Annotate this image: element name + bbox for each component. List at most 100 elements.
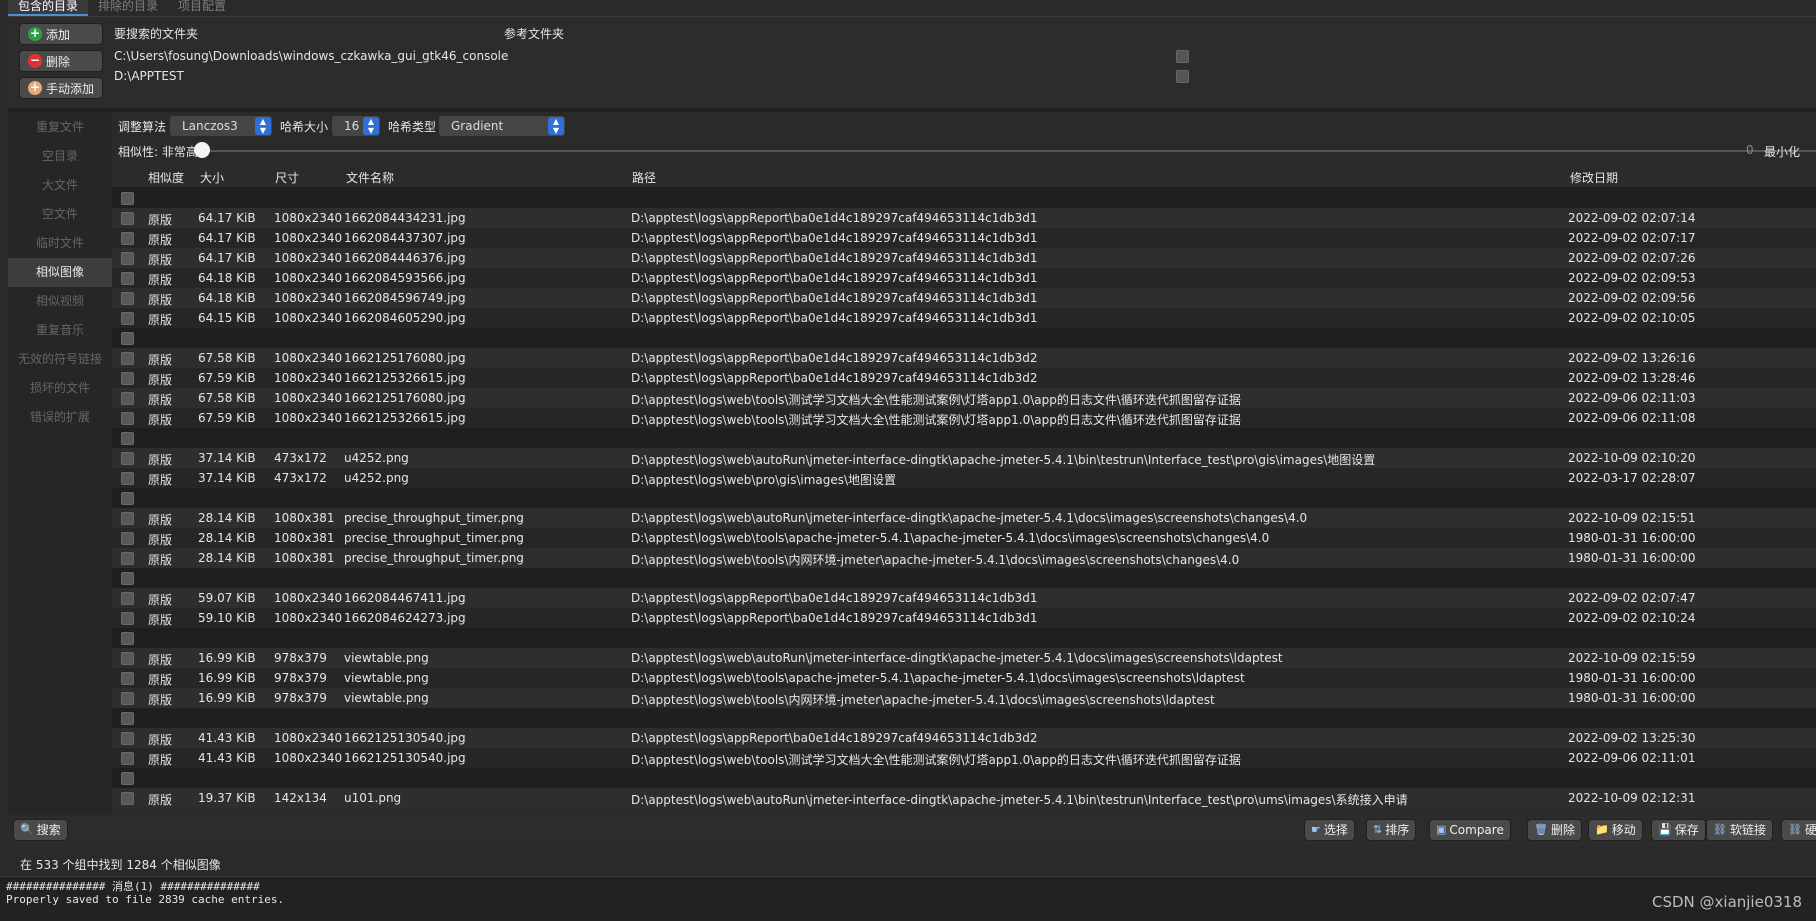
row-checkbox[interactable]	[121, 492, 134, 505]
row-checkbox[interactable]	[121, 232, 134, 245]
table-row[interactable]: 原版 64.18 KiB 1080x2340 1662084593566.jpg D:\…	[112, 268, 1816, 288]
row-checkbox[interactable]	[121, 212, 134, 225]
sidebar-item-empty-files[interactable]: 空文件	[8, 200, 112, 229]
sidebar-item-bad-extensions[interactable]: 错误的扩展	[8, 403, 112, 432]
tab-excluded-dirs[interactable]: 排除的目录	[88, 0, 168, 16]
row-checkbox[interactable]	[121, 752, 134, 765]
table-row[interactable]: 原版 64.17 KiB 1080x2340 1662084437307.jpg D:\…	[112, 228, 1816, 248]
row-checkbox[interactable]	[121, 632, 134, 645]
table-row[interactable]: 原版 64.15 KiB 1080x2340 1662084605290.jpg D:\…	[112, 308, 1816, 328]
row-checkbox[interactable]	[121, 252, 134, 265]
table-row[interactable]: 原版 59.07 KiB 1080x2340 1662084467411.jpg D:\…	[112, 588, 1816, 608]
table-row[interactable]: 原版 41.43 KiB 1080x2340 1662125130540.jpg D:\…	[112, 748, 1816, 768]
column-header-size[interactable]: 大小	[200, 169, 224, 186]
tab-project-config[interactable]: 项目配置	[168, 0, 236, 16]
row-checkbox[interactable]	[121, 552, 134, 565]
table-row[interactable]: 原版 41.43 KiB 1080x2340 1662125130540.jpg D:\…	[112, 728, 1816, 748]
row-checkbox[interactable]	[121, 732, 134, 745]
sidebar-item-invalid-symlinks[interactable]: 无效的符号链接	[8, 345, 112, 374]
table-row[interactable]: 原版 16.99 KiB 978x379 viewtable.png D:\apptes…	[112, 688, 1816, 708]
row-checkbox[interactable]	[121, 272, 134, 285]
manual-add-button[interactable]: + 手动添加	[19, 77, 103, 99]
table-row[interactable]: 原版 37.14 KiB 473x172 u4252.png D:\apptest\lo…	[112, 448, 1816, 468]
search-button[interactable]: 🔍 搜索	[13, 819, 68, 841]
row-checkbox[interactable]	[121, 372, 134, 385]
group-header-row[interactable]	[112, 628, 1816, 648]
group-header-row[interactable]	[112, 428, 1816, 448]
table-row[interactable]: 原版 64.17 KiB 1080x2340 1662084446376.jpg D:\…	[112, 248, 1816, 268]
row-checkbox[interactable]	[121, 612, 134, 625]
table-row[interactable]: 原版 28.14 KiB 1080x381 precise_throughput_ti…	[112, 548, 1816, 568]
row-checkbox[interactable]	[121, 692, 134, 705]
table-row[interactable]: 原版 19.37 KiB 142x134 u101.png D:\apptest\log…	[112, 788, 1816, 808]
row-checkbox[interactable]	[121, 472, 134, 485]
hardlink-button[interactable]: ⛓ 硬	[1781, 819, 1816, 841]
delete-button[interactable]: 🗑 删除	[1527, 819, 1582, 841]
row-checkbox[interactable]	[121, 532, 134, 545]
row-checkbox[interactable]	[121, 572, 134, 585]
remove-button[interactable]: − 删除	[19, 50, 103, 72]
compare-button[interactable]: ▣ Compare	[1429, 819, 1511, 841]
move-button[interactable]: 📁 移动	[1588, 819, 1643, 841]
sidebar-item-duplicate-files[interactable]: 重复文件	[8, 113, 112, 142]
table-row[interactable]: 原版 59.10 KiB 1080x2340 1662084624273.jpg D:\…	[112, 608, 1816, 628]
resize-algorithm-select[interactable]: Lanczos3 ▲ ▼	[169, 115, 273, 137]
folder-row[interactable]: C:\Users\fosung\Downloads\windows_czkawk…	[114, 49, 508, 63]
row-checkbox[interactable]	[121, 712, 134, 725]
reference-checkbox[interactable]	[1176, 70, 1189, 83]
row-checkbox[interactable]	[121, 412, 134, 425]
group-header-row[interactable]	[112, 188, 1816, 208]
add-button[interactable]: + 添加	[19, 23, 103, 45]
column-header-path[interactable]: 路径	[632, 169, 656, 186]
sidebar-item-big-files[interactable]: 大文件	[8, 171, 112, 200]
similarity-slider-handle[interactable]	[194, 142, 210, 158]
row-checkbox[interactable]	[121, 792, 134, 805]
table-row[interactable]: 原版 67.58 KiB 1080x2340 1662125176080.jpg D:\…	[112, 388, 1816, 408]
table-row[interactable]: 原版 67.58 KiB 1080x2340 1662125176080.jpg D:\…	[112, 348, 1816, 368]
similarity-slider-track[interactable]	[202, 150, 1816, 152]
row-checkbox[interactable]	[121, 452, 134, 465]
row-checkbox[interactable]	[121, 392, 134, 405]
select-button[interactable]: ☛ 选择	[1304, 819, 1355, 841]
row-checkbox[interactable]	[121, 292, 134, 305]
sidebar-item-similar-videos[interactable]: 相似视频	[8, 287, 112, 316]
column-header-dimensions[interactable]: 尺寸	[275, 169, 299, 186]
group-header-row[interactable]	[112, 328, 1816, 348]
column-header-modified-date[interactable]: 修改日期	[1570, 169, 1618, 186]
group-header-row[interactable]	[112, 568, 1816, 588]
table-row[interactable]: 原版 16.99 KiB 978x379 viewtable.png D:\apptes…	[112, 648, 1816, 668]
table-row[interactable]: 原版 64.18 KiB 1080x2340 1662084596749.jpg D:\…	[112, 288, 1816, 308]
sidebar-item-empty-dirs[interactable]: 空目录	[8, 142, 112, 171]
column-header-similarity[interactable]: 相似度	[148, 169, 184, 186]
row-checkbox[interactable]	[121, 512, 134, 525]
table-row[interactable]: 原版 37.14 KiB 473x172 u4252.png D:\apptest\lo…	[112, 468, 1816, 488]
symlink-button[interactable]: ⛓ 软链接	[1706, 819, 1773, 841]
group-header-row[interactable]	[112, 488, 1816, 508]
row-checkbox[interactable]	[121, 672, 134, 685]
row-checkbox[interactable]	[121, 592, 134, 605]
row-checkbox[interactable]	[121, 652, 134, 665]
reference-checkbox[interactable]	[1176, 50, 1189, 63]
row-checkbox[interactable]	[121, 352, 134, 365]
table-row[interactable]: 原版 28.14 KiB 1080x381 precise_throughput_ti…	[112, 508, 1816, 528]
row-checkbox[interactable]	[121, 192, 134, 205]
table-row[interactable]: 原版 67.59 KiB 1080x2340 1662125326615.jpg D:\…	[112, 368, 1816, 388]
sidebar-item-temp-files[interactable]: 临时文件	[8, 229, 112, 258]
sidebar-item-similar-images[interactable]: 相似图像	[8, 258, 112, 287]
table-row[interactable]: 原版 64.17 KiB 1080x2340 1662084434231.jpg D:\…	[112, 208, 1816, 228]
sort-button[interactable]: ⇅ 排序	[1366, 819, 1417, 841]
row-checkbox[interactable]	[121, 772, 134, 785]
column-header-filename[interactable]: 文件名称	[346, 169, 394, 186]
row-checkbox[interactable]	[121, 312, 134, 325]
row-checkbox[interactable]	[121, 432, 134, 445]
table-row[interactable]: 原版 16.99 KiB 978x379 viewtable.png D:\apptes…	[112, 668, 1816, 688]
sidebar-item-duplicate-music[interactable]: 重复音乐	[8, 316, 112, 345]
save-button[interactable]: 💾 保存	[1651, 819, 1706, 841]
table-row[interactable]: 原版 67.59 KiB 1080x2340 1662125326615.jpg D:\…	[112, 408, 1816, 428]
table-row[interactable]: 原版 28.14 KiB 1080x381 precise_throughput_ti…	[112, 528, 1816, 548]
hash-size-select[interactable]: 16 ▲ ▼	[331, 115, 381, 137]
hash-type-select[interactable]: Gradient ▲ ▼	[438, 115, 566, 137]
group-header-row[interactable]	[112, 768, 1816, 788]
folder-row[interactable]: D:\APPTEST	[114, 69, 184, 83]
tab-included-dirs[interactable]: 包含的目录	[8, 0, 89, 16]
